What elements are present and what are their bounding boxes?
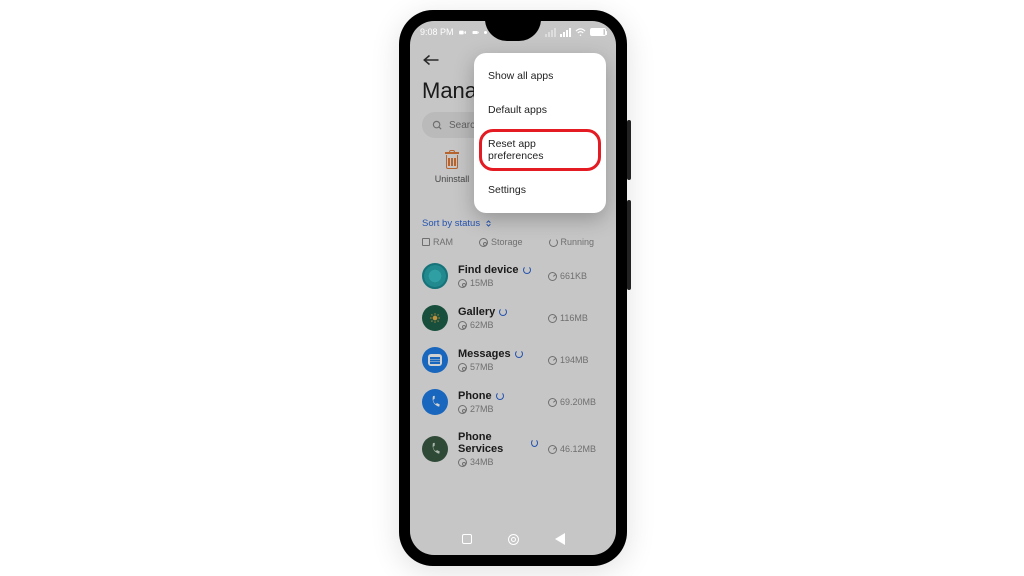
overflow-menu: Show all apps Default apps Reset app pre… [474, 53, 606, 213]
video-icon [458, 28, 467, 37]
screen: 9:08 PM Mana [410, 21, 616, 555]
nav-home-button[interactable] [508, 534, 519, 545]
menu-settings[interactable]: Settings [474, 173, 606, 207]
phone-mockup: 9:08 PM Mana [399, 10, 627, 566]
menu-show-all-apps[interactable]: Show all apps [474, 59, 606, 93]
signal-icon [545, 28, 556, 37]
nav-back-button[interactable] [555, 533, 565, 545]
status-time: 9:08 PM [420, 27, 454, 37]
side-button [627, 120, 631, 180]
battery-small-icon [471, 28, 480, 37]
wifi-icon [575, 28, 586, 37]
nav-bar [410, 523, 616, 555]
menu-default-apps[interactable]: Default apps [474, 93, 606, 127]
battery-icon [590, 28, 606, 36]
menu-reset-app-preferences[interactable]: Reset app preferences [474, 127, 606, 173]
nav-recent-button[interactable] [462, 534, 472, 544]
signal-icon [560, 28, 571, 37]
side-button [627, 200, 631, 290]
